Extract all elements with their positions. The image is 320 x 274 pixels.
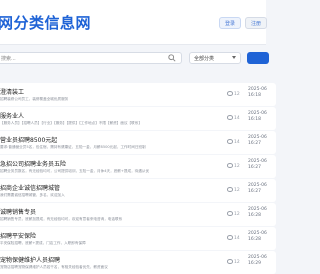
list-item[interactable]: 招商企业诚信招聘城管 我们需要诚信招聘城管，多名，欢迎加入 12 2025-06… — [0, 179, 276, 202]
listing-datetime: 2025-06 16:28 — [248, 231, 267, 243]
listing-title[interactable]: 招聘平安保险 — [0, 231, 36, 240]
listing-time: 16:27 — [248, 165, 261, 170]
listing-datetime: 2025-06 16:18 — [248, 111, 267, 123]
listing-time: 16:29 — [248, 261, 261, 266]
search-placeholder: 搜索... — [1, 56, 16, 62]
listing-views: 12 — [227, 187, 240, 193]
listing-desc: 招聘业务员数名，有无经验均可，公司提供培训，五险一金，月休4天，底薪+提成，待遇… — [0, 169, 150, 173]
listing-datetime: 2025-06 16:28 — [248, 207, 267, 219]
listing-title[interactable]: 急招公司招聘业务员五险 — [0, 159, 66, 168]
list-item[interactable]: 急招公司招聘业务员五险 招聘业务员数名，有无经验均可，公司提供培训，五险一金，月… — [0, 155, 276, 178]
listing-time: 16:27 — [248, 189, 261, 194]
eye-icon — [227, 115, 233, 120]
listing-desc: 我们需要诚信招聘城管，多名，欢迎加入 — [0, 193, 65, 197]
views-count: 12 — [234, 91, 240, 97]
search-bar: 搜索... 全部分类 — [0, 52, 269, 66]
listing-views: 12 — [227, 163, 240, 169]
listing-views: 12 — [227, 259, 240, 265]
eye-icon — [227, 235, 233, 240]
listing-time: 16:27 — [248, 141, 261, 146]
listing-time: 16:18 — [248, 93, 261, 98]
category-select[interactable]: 全部分类 — [189, 52, 241, 64]
listing-desc: 招聘装修公司员工，装修覆盖全城优质服务 — [0, 97, 69, 101]
listing-time: 16:28 — [248, 213, 261, 218]
views-count: 12 — [234, 163, 240, 169]
listing-desc: 招聘销售专员，底薪加提成，有无经验均可，欢迎有意者来电咨询，电话联系 — [0, 217, 123, 221]
eye-icon — [227, 139, 233, 144]
listing-title[interactable]: 营业员招聘8500元起 — [0, 135, 57, 144]
views-count: 12 — [234, 259, 240, 265]
listing-views: 12 — [227, 91, 240, 97]
eye-icon — [227, 91, 233, 96]
listing-time: 16:18 — [248, 117, 261, 122]
listing-datetime: 2025-06 16:27 — [248, 159, 267, 171]
listing-desc: 宠物店招聘宠物保健维护人员若干名，有相关经验者优先，薪资面议 — [0, 265, 108, 269]
listing-desc: 平安保险招聘，底薪+提成，门店工作，入职即有保障 — [0, 241, 86, 245]
listing-title[interactable]: 诚聘销售专员 — [0, 207, 36, 216]
listing-desc: 【服务人员】【招聘人员】【行业】【服务】【提供】【工作地点】不限【薪资】面议【联… — [0, 121, 142, 125]
listing-views: 14 — [227, 235, 240, 241]
listing-datetime: 2025-06 16:29 — [248, 255, 267, 267]
search-icon — [168, 54, 176, 62]
views-count: 12 — [234, 211, 240, 217]
register-button[interactable]: 注册 — [245, 17, 267, 29]
list-item[interactable]: 营业员招聘8500元起 要求:普通营业员5名，包住宿，需持有健康证，五险一金，月… — [0, 131, 276, 154]
listing-views: 12 — [227, 211, 240, 217]
list-item[interactable]: 服务业人 【服务人员】【招聘人员】【行业】【服务】【提供】【工作地点】不限【薪资… — [0, 107, 276, 130]
views-count: 14 — [234, 235, 240, 241]
eye-icon — [227, 211, 233, 216]
listing-views: 14 — [227, 139, 240, 145]
eye-icon — [227, 163, 233, 168]
site-title[interactable]: 网分类信息网 — [0, 12, 91, 33]
views-count: 12 — [234, 187, 240, 193]
listing-title[interactable]: 澄清装工 — [0, 87, 24, 96]
listing-datetime: 2025-06 16:27 — [248, 183, 267, 195]
listing-title[interactable]: 招商企业诚信招聘城管 — [0, 183, 60, 192]
eye-icon — [227, 187, 233, 192]
views-count: 14 — [234, 115, 240, 121]
list-item[interactable]: 招聘平安保险 平安保险招聘，底薪+提成，门店工作，入职即有保障 14 2025-… — [0, 227, 276, 250]
listing-views: 14 — [227, 115, 240, 121]
category-select-value: 全部分类 — [194, 56, 215, 62]
eye-icon — [227, 259, 233, 264]
list-item[interactable]: 澄清装工 招聘装修公司员工，装修覆盖全城优质服务 12 2025-06 16:18 — [0, 83, 276, 106]
list-item[interactable]: 诚聘销售专员 招聘销售专员，底薪加提成，有无经验均可，欢迎有意者来电咨询，电话联… — [0, 203, 276, 226]
login-button[interactable]: 登录 — [219, 17, 241, 29]
listing-desc: 要求:普通营业员5名，包住宿，需持有健康证，五险一金，月薪8500元起，工作时间… — [0, 145, 146, 149]
search-button[interactable] — [247, 52, 269, 64]
listing-datetime: 2025-06 16:18 — [248, 87, 267, 99]
site-header: 网分类信息网 登录 注册 — [0, 0, 267, 45]
views-count: 14 — [234, 139, 240, 145]
listing-title[interactable]: 宠物保健维护人员招聘 — [0, 255, 60, 264]
listing-datetime: 2025-06 16:27 — [248, 135, 267, 147]
chevron-down-icon — [232, 56, 236, 59]
list-item[interactable]: 宠物保健维护人员招聘 宠物店招聘宠物保健维护人员若干名，有相关经验者优先，薪资面… — [0, 251, 276, 274]
listing-title[interactable]: 服务业人 — [0, 111, 24, 120]
search-input[interactable]: 搜索... — [0, 52, 182, 64]
listing-time: 16:28 — [248, 237, 261, 242]
